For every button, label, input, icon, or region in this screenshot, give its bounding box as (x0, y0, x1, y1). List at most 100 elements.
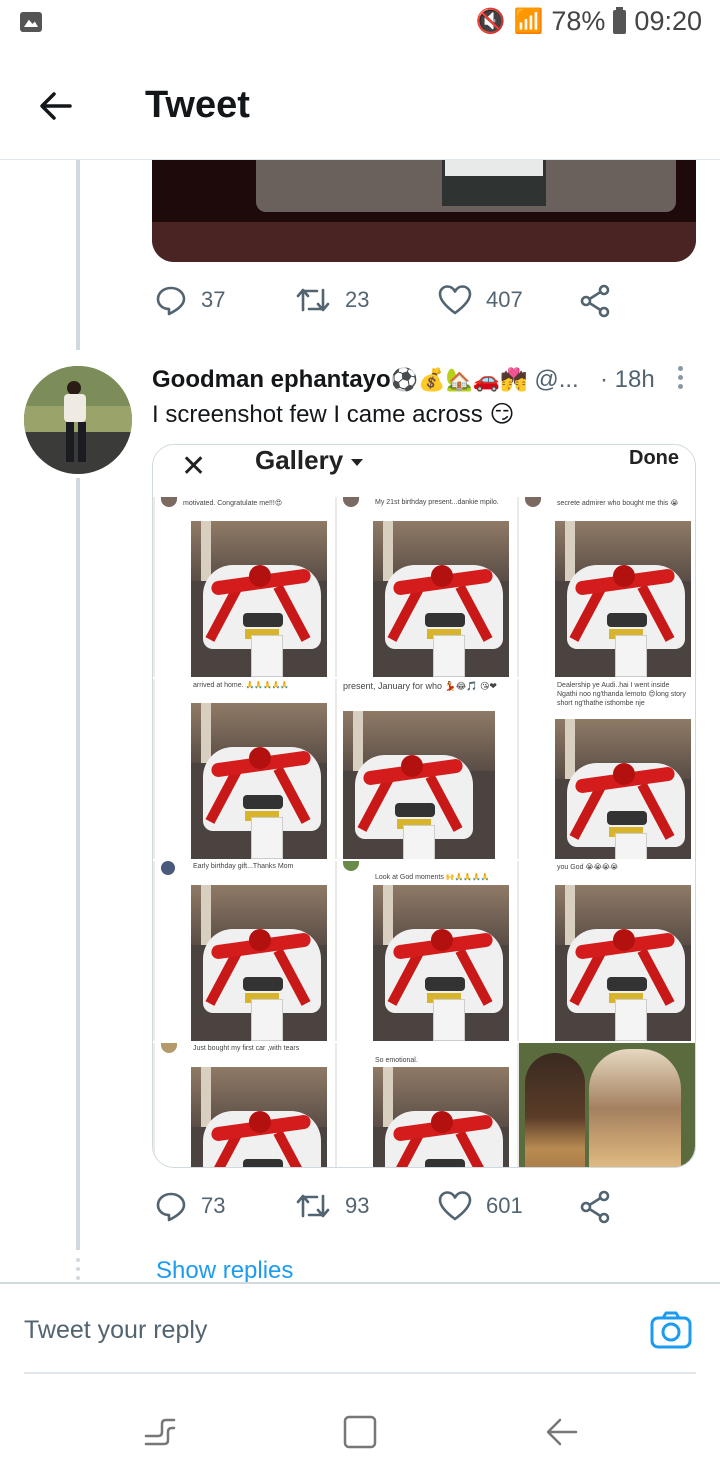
like-count: 407 (486, 287, 523, 312)
gallery-caption: Look at God moments 🙌🙏🙏🙏🙏 (375, 874, 490, 881)
author-name[interactable]: Goodman ephantayo (152, 366, 391, 393)
retweet-icon (296, 1194, 330, 1218)
gallery-cell: My 21st birthday present...dankie mpilo. (335, 497, 515, 677)
gallery-caption: secrete admirer who bought me this 😭 (557, 500, 679, 507)
gallery-caption: Early birthday gift...Thanks Mom (193, 863, 294, 870)
reply-input[interactable]: Tweet your reply (24, 1316, 207, 1345)
gallery-caption: present, January for who 💃😂🎵 😘❤ (343, 681, 497, 691)
gallery-done-label: Done (629, 447, 679, 469)
page-title: Tweet (145, 84, 250, 126)
gallery-cell: So emotional. (335, 1043, 515, 1167)
gallery-title: Gallery (255, 445, 364, 476)
reply-button[interactable]: 73 (155, 1190, 225, 1222)
car-photo (191, 703, 327, 859)
car-photo (555, 719, 691, 859)
back-arrow-icon (546, 1418, 578, 1446)
author-emoji: ⚽💰🏡🚗💏 (390, 367, 528, 392)
gallery-cell: Look at God moments 🙌🙏🙏🙏🙏 (335, 861, 515, 1041)
share-icon (580, 284, 610, 318)
car-photo (191, 1067, 327, 1167)
thread-connector (76, 478, 80, 1250)
tweet-text: I screenshot few I came across 😏 (152, 401, 515, 428)
reply-icon (156, 1192, 186, 1222)
status-icons: 🔇 📶 78% 09:20 (476, 6, 702, 37)
previous-tweet-actions: 37 23 407 (155, 284, 625, 324)
reply-icon (156, 286, 186, 316)
gallery-caption: Just bought my first car ,with tears (193, 1045, 300, 1052)
retweet-button[interactable]: 23 (295, 284, 369, 316)
profile-photo (24, 366, 132, 474)
gallery-cell: you God 😭😭😭😭 (517, 861, 695, 1041)
gallery-notification-icon (20, 12, 42, 32)
car-photo (373, 885, 509, 1041)
gallery-cell: Early birthday gift...Thanks Mom (153, 861, 333, 1041)
like-button[interactable]: 407 (438, 284, 523, 316)
home-button[interactable] (342, 1414, 378, 1450)
recent-apps-icon (144, 1418, 176, 1446)
heart-icon (438, 1191, 472, 1221)
back-button[interactable] (34, 84, 78, 128)
heart-icon (438, 285, 472, 315)
camera-icon (650, 1311, 692, 1349)
tweet-media[interactable]: ✕ Gallery Done motivated. Congratulate m… (152, 444, 696, 1168)
author-handle[interactable]: @... (534, 366, 578, 393)
arrow-left-icon (40, 92, 72, 120)
share-icon (580, 1190, 610, 1224)
reply-count: 73 (201, 1193, 226, 1218)
gallery-cell: Just bought my first car ,with tears (153, 1043, 333, 1167)
gallery-caption: My 21st birthday present...dankie mpilo. (375, 499, 499, 506)
tweet-time: · 18h (600, 366, 655, 393)
back-nav-button[interactable] (544, 1414, 580, 1450)
tweet-header: Goodman ephantayo⚽💰🏡🚗💏 @... · 18h (152, 366, 692, 398)
gallery-caption: motivated. Congratulate me!!!😍 (183, 500, 283, 507)
gallery-cell: Dealership ye Audi..hai I went inside Ng… (517, 679, 695, 859)
share-button[interactable] (579, 1190, 611, 1224)
thread-connector (76, 160, 80, 350)
share-button[interactable] (579, 284, 611, 318)
gallery-caption: Dealership ye Audi..hai I went inside Ng… (557, 682, 686, 707)
like-button[interactable]: 601 (438, 1190, 523, 1222)
car-photo (191, 885, 327, 1041)
clock: 09:20 (634, 6, 702, 36)
retweet-button[interactable]: 93 (295, 1190, 369, 1222)
battery-icon (613, 6, 627, 34)
gallery-title-label: Gallery (255, 445, 344, 475)
system-nav-bar (0, 1380, 720, 1480)
like-count: 601 (486, 1193, 523, 1218)
avatar[interactable] (24, 366, 132, 474)
gallery-screenshot-bar: ✕ Gallery Done (153, 445, 695, 497)
gallery-cell: motivated. Congratulate me!!!😍 (153, 497, 333, 677)
wifi-signal-icon: 📶 (513, 8, 544, 35)
gallery-caption: So emotional. (375, 1057, 418, 1064)
reply-bar: Tweet your reply (0, 1282, 720, 1374)
mute-icon: 🔇 (475, 8, 506, 35)
reply-button[interactable]: 37 (155, 284, 225, 316)
show-replies-link[interactable]: Show replies (156, 1257, 293, 1285)
retweet-icon (296, 288, 330, 312)
reply-count: 37 (201, 287, 226, 312)
recent-apps-button[interactable] (142, 1414, 178, 1450)
previous-tweet-media[interactable] (152, 160, 696, 262)
reply-underline (24, 1372, 696, 1374)
battery-percent: 78% (551, 6, 606, 36)
gallery-cell: arrived at home. 🙏🙏🙏🙏🙏 (153, 679, 333, 859)
car-photo (373, 1067, 509, 1167)
retweet-count: 93 (345, 1193, 370, 1218)
home-square-icon (343, 1415, 377, 1449)
car-photo (343, 711, 495, 859)
car-photo (191, 521, 327, 677)
gallery-grid: motivated. Congratulate me!!!😍 My 21st b… (153, 497, 695, 1167)
status-bar: 🔇 📶 78% 09:20 (0, 0, 720, 50)
gallery-cell: present, January for who 💃😂🎵 😘❤ (335, 679, 515, 859)
gallery-cell-people-photo (517, 1043, 695, 1167)
app-header: Tweet (0, 50, 720, 160)
close-icon: ✕ (181, 450, 207, 483)
gallery-caption: arrived at home. 🙏🙏🙏🙏🙏 (193, 682, 290, 689)
gallery-caption: you God 😭😭😭😭 (557, 864, 619, 871)
retweet-count: 23 (345, 287, 370, 312)
more-options-button[interactable] (676, 366, 684, 394)
car-photo (555, 521, 691, 677)
caret-down-icon (351, 458, 364, 466)
gallery-cell: secrete admirer who bought me this 😭 (517, 497, 695, 677)
camera-button[interactable] (650, 1310, 692, 1350)
